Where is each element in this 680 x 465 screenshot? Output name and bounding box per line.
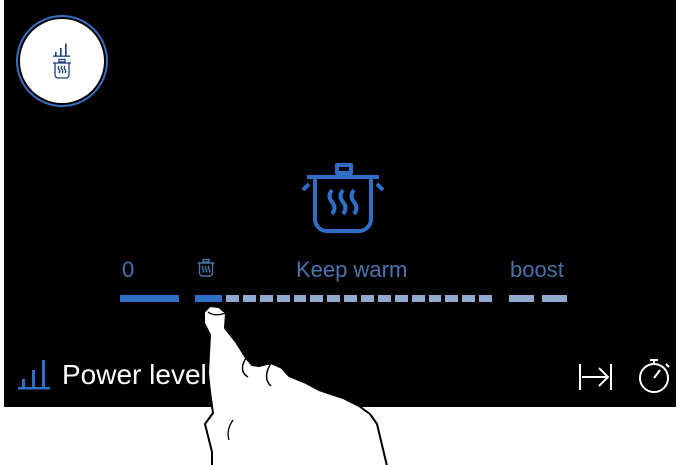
- slider-level-segment[interactable]: [344, 295, 357, 302]
- slider-level-segment[interactable]: [428, 295, 442, 302]
- slider-level-segment[interactable]: [394, 295, 408, 302]
- slider-level-segment[interactable]: [310, 295, 324, 302]
- slider-level-segment[interactable]: [327, 295, 341, 302]
- slider-level-segment[interactable]: [242, 295, 256, 302]
- slider-level-segment[interactable]: [361, 295, 374, 302]
- slider-level-segment[interactable]: [226, 295, 239, 302]
- power-level-label: Power level: [62, 359, 207, 390]
- steaming-pot-icon: [53, 58, 71, 79]
- slider-level-segment[interactable]: [411, 295, 425, 302]
- slider-level-segment[interactable]: [276, 295, 290, 302]
- slider-level-segment[interactable]: [377, 295, 391, 302]
- slider-segment-off[interactable]: [120, 295, 179, 302]
- bars-icon: [18, 360, 50, 390]
- scale-label-zero: 0: [122, 257, 135, 282]
- cooktop-display: 0 Keep warm boost Power level: [4, 0, 676, 407]
- slider-level-segment[interactable]: [462, 295, 476, 302]
- scale-label-keep-warm: Keep warm: [296, 257, 408, 282]
- timer-icon[interactable]: [634, 356, 674, 396]
- slider-segment-boost-1[interactable]: [509, 295, 534, 302]
- scale-label-boost: boost: [510, 257, 564, 282]
- power-slider[interactable]: [120, 295, 572, 302]
- steaming-pot-icon: [301, 163, 385, 233]
- slider-level-segment[interactable]: [293, 295, 307, 302]
- bars-icon: [53, 43, 70, 57]
- mode-button[interactable]: [20, 19, 104, 103]
- slider-segment-boost-2[interactable]: [542, 295, 567, 302]
- arrow-to-end-icon[interactable]: [578, 362, 614, 392]
- slider-level-segments[interactable]: [226, 295, 496, 302]
- power-level-button[interactable]: Power level: [16, 357, 207, 391]
- slider-level-segment[interactable]: [259, 295, 273, 302]
- slider-level-segment[interactable]: [445, 295, 459, 302]
- slider-segment-keep-warm[interactable]: [195, 295, 222, 302]
- slider-level-segment[interactable]: [479, 295, 492, 302]
- steaming-pot-icon: [197, 258, 215, 277]
